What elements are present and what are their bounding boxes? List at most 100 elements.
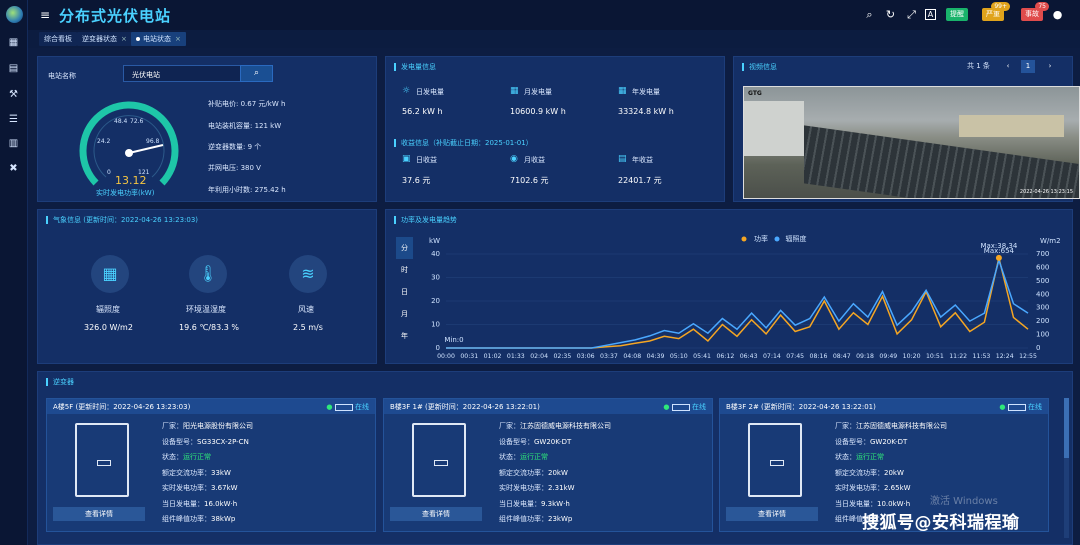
- inverter-field: 状态：运行正常: [499, 453, 548, 461]
- x-tick-label: 09:18: [856, 353, 874, 360]
- series-line: [446, 257, 1029, 349]
- y-right-tick-label: 500: [1036, 277, 1049, 285]
- inverter-field: 实时发电功率：3.67kW: [162, 484, 238, 492]
- x-tick-label: 09:49: [879, 353, 897, 360]
- weather-panel: 气象信息 (更新时间：2022-04-26 13:23:03) ▦ 辐照度 32…: [37, 209, 377, 364]
- weather-title: 气象信息 (更新时间：2022-04-26 13:23:03): [46, 216, 198, 224]
- wind-icon: ≋: [289, 255, 327, 293]
- series-line: [446, 257, 1029, 349]
- inverter-field: 设备型号：SG33CX-2P-CN: [162, 437, 249, 446]
- tools-icon[interactable]: ✖: [7, 162, 20, 175]
- period-tab-year[interactable]: 年: [396, 325, 413, 347]
- inverter-field: 状态：运行正常: [835, 453, 884, 461]
- station-name-label: 电站名称: [48, 72, 76, 80]
- sidebar: ▦ ▤ ⚒ ☰ ▥ ✖: [0, 0, 28, 545]
- user-icon[interactable]: ●: [1051, 8, 1064, 21]
- period-tab-minute[interactable]: 分: [396, 237, 413, 259]
- inverter-device-icon: [748, 423, 802, 497]
- alert-accident-button[interactable]: 事故 75: [1021, 2, 1049, 21]
- station-name-input[interactable]: 光伏电站: [132, 70, 160, 80]
- chart-icon[interactable]: ▥: [7, 137, 20, 150]
- inverter-name: B楼3F 2# (更新时间：2022-04-26 13:22:01): [726, 403, 876, 411]
- dashboard-icon[interactable]: ▦: [7, 36, 20, 49]
- gauge-label: 实时发电功率(kW): [96, 189, 155, 197]
- period-tab-day[interactable]: 日: [396, 281, 413, 303]
- font-size-icon[interactable]: A: [925, 9, 936, 20]
- camera-feed[interactable]: GTG 2022-04-26 13:23:15: [743, 86, 1080, 199]
- search-button[interactable]: ⌕: [240, 65, 273, 82]
- prev-page-icon[interactable]: ‹: [1001, 60, 1015, 73]
- hammer-icon[interactable]: ⚒: [7, 88, 20, 101]
- year-gen-label: 年发电量: [632, 88, 660, 96]
- money-calendar-icon: ▤: [618, 154, 627, 164]
- x-tick-label: 02:35: [553, 353, 571, 360]
- inverter-card[interactable]: B楼3F 1# (更新时间：2022-04-26 13:22:01) ● 在线查看…: [383, 398, 713, 532]
- x-tick-label: 05:10: [670, 353, 688, 360]
- page-number[interactable]: 1: [1021, 60, 1035, 73]
- view-details-button[interactable]: 查看详情: [53, 507, 145, 521]
- year-income-label: 年收益: [632, 156, 653, 164]
- period-tab-hour[interactable]: 时: [396, 259, 413, 281]
- y-left-tick-label: 10: [431, 321, 440, 329]
- period-tab-month[interactable]: 月: [396, 303, 413, 325]
- inverter-field: 当日发电量：10.0kW·h: [835, 499, 911, 508]
- app-root: ▦ ▤ ⚒ ☰ ▥ ✖ ≡ 分布式光伏电站 ⌕ ↻ ⤢ A 提醒 严重 99+ 事…: [0, 0, 1080, 545]
- app-title: 分布式光伏电站: [59, 7, 172, 25]
- view-details-button[interactable]: 查看详情: [726, 507, 818, 521]
- thermometer-icon: 🌡: [189, 255, 227, 293]
- tab-overview[interactable]: 综合看板: [39, 32, 77, 46]
- inverter-field: 设备型号：GW20K-DT: [499, 437, 572, 446]
- month-gen-value: 10600.9 kW h: [510, 107, 566, 116]
- inverter-device-icon: [75, 423, 129, 497]
- close-icon[interactable]: ×: [121, 35, 127, 43]
- inverter-card-header: B楼3F 1# (更新时间：2022-04-26 13:22:01) ● 在线: [384, 399, 712, 414]
- battery-icon: [1007, 403, 1026, 411]
- online-status: ● 在线: [326, 403, 369, 411]
- y-right-tick-label: 100: [1036, 331, 1049, 339]
- irradiance-value: 326.0 W/m2: [84, 323, 133, 332]
- view-details-button[interactable]: 查看详情: [390, 507, 482, 521]
- tab-inverter-status[interactable]: 逆变器状态 ×: [77, 32, 132, 46]
- inverter-field: 实时发电功率：2.65kW: [835, 484, 911, 492]
- inverter-scrollbar[interactable]: [1064, 398, 1069, 538]
- x-tick-label: 08:47: [833, 353, 851, 360]
- inverter-field: 额定交流功率：20kW: [499, 468, 568, 477]
- x-tick-label: 08:16: [810, 353, 828, 360]
- next-page-icon[interactable]: ›: [1043, 60, 1057, 73]
- trend-panel: 功率及发电量趋势 分 时 日 月 年 0 10 20 30 40 0 100 200 300 40…: [385, 209, 1073, 364]
- x-tick-label: 00:00: [437, 353, 455, 360]
- x-tick-label: 06:43: [740, 353, 758, 360]
- station-panel: 电站名称 光伏电站 ⌕ 0 24.2 48.4 72.6 96.8 121 13…: [37, 56, 377, 202]
- max-annotation: Max:654: [984, 247, 1015, 255]
- list-icon[interactable]: ☰: [7, 113, 20, 126]
- x-tick-label: 11:22: [949, 353, 967, 360]
- fullscreen-icon[interactable]: ⤢: [905, 8, 918, 21]
- x-tick-label: 10:20: [903, 353, 921, 360]
- alert-remind-button[interactable]: 提醒: [946, 8, 968, 21]
- x-tick-label: 12:55: [1019, 353, 1037, 360]
- online-status: ● 在线: [999, 403, 1042, 411]
- calendar-icon: ▦: [510, 86, 519, 96]
- x-tick-label: 02:04: [530, 353, 548, 360]
- menu-icon[interactable]: ≡: [40, 8, 50, 22]
- day-income-value: 37.6 元: [402, 176, 431, 185]
- camera-timestamp: 2022-04-26 13:23:15: [1019, 189, 1073, 195]
- y-left-axis-label: kW: [429, 237, 440, 245]
- y-left-tick-label: 20: [431, 297, 440, 305]
- close-icon[interactable]: ×: [175, 35, 181, 43]
- station-search[interactable]: 光伏电站 ⌕: [123, 65, 273, 82]
- refresh-icon[interactable]: ↻: [884, 8, 897, 21]
- trend-title: 功率及发电量趋势: [394, 216, 457, 224]
- tab-station-status[interactable]: 电站状态 ×: [131, 32, 186, 46]
- grid-voltage: 并网电压: 380 V: [208, 164, 261, 172]
- x-tick-label: 03:37: [600, 353, 618, 360]
- y-left-tick-label: 0: [436, 344, 440, 352]
- wind-label: 风速: [298, 305, 314, 314]
- gauge-tick-1: 24.2: [97, 138, 111, 145]
- alert-severe-button[interactable]: 严重 99+: [982, 2, 1010, 21]
- day-income-label: 日收益: [416, 156, 437, 164]
- document-icon[interactable]: ▤: [7, 62, 20, 75]
- search-icon[interactable]: ⌕: [863, 8, 876, 21]
- inverter-card[interactable]: A楼5F (更新时间：2022-04-26 13:23:03) ● 在线 查看详情 厂…: [46, 398, 376, 532]
- x-tick-label: 05:41: [693, 353, 711, 360]
